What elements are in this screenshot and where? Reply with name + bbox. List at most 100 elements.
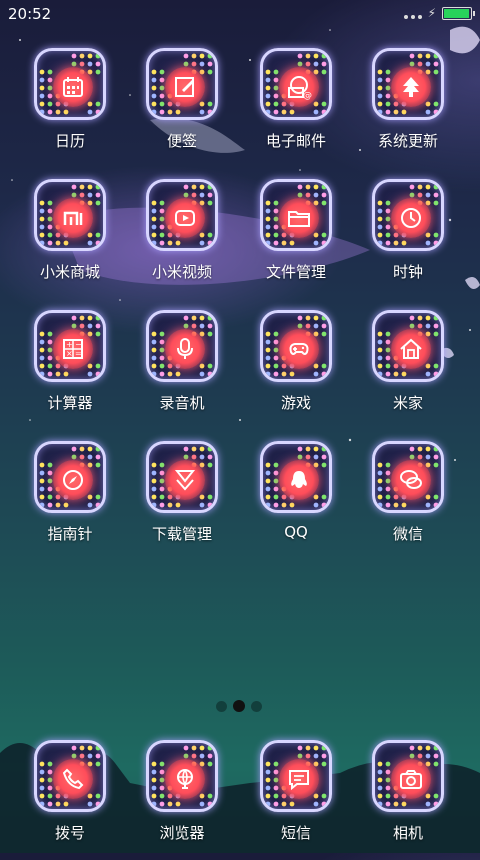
app-label: 录音机 — [159, 394, 205, 412]
app-label: 小米视频 — [151, 263, 212, 281]
phone-icon — [62, 768, 84, 790]
app-home[interactable]: 米家 — [352, 310, 464, 430]
app-label: 时钟 — [392, 263, 423, 281]
app-icon-tile[interactable] — [260, 740, 332, 812]
app-phone[interactable]: 拨号 — [14, 740, 126, 860]
glow-center — [391, 759, 431, 799]
app-icon-tile[interactable] — [372, 310, 444, 382]
compass-icon — [63, 470, 83, 490]
glow-center — [53, 460, 93, 500]
app-label: 便签 — [166, 132, 197, 150]
app-note-pencil[interactable]: 便签 — [126, 48, 238, 168]
glow-center — [279, 198, 319, 238]
app-label: 相机 — [392, 824, 423, 842]
app-compass[interactable]: 指南针 — [14, 441, 126, 561]
app-microphone[interactable]: 录音机 — [126, 310, 238, 430]
app-label: 系统更新 — [377, 132, 438, 150]
glow-center — [165, 198, 205, 238]
glow-center — [391, 198, 431, 238]
download-icon — [174, 470, 196, 491]
app-calendar[interactable]: 日历 — [14, 48, 126, 168]
page-dot[interactable] — [251, 700, 262, 712]
app-calculator[interactable]: + − × = 计算器 — [14, 310, 126, 430]
app-icon-tile[interactable] — [146, 179, 218, 251]
app-email-at[interactable]: @ 电子邮件 — [240, 48, 352, 168]
svg-text:−: − — [75, 340, 82, 349]
app-label: 文件管理 — [265, 263, 326, 281]
app-icon-tile[interactable] — [372, 740, 444, 812]
app-label: 米家 — [392, 394, 423, 412]
app-message[interactable]: 短信 — [240, 740, 352, 860]
app-qq-penguin[interactable]: QQ — [240, 441, 352, 561]
update-arrow-icon — [403, 77, 419, 97]
app-label: 指南针 — [47, 525, 93, 543]
gamepad-icon — [289, 343, 309, 355]
app-icon-tile[interactable]: + − × = — [34, 310, 106, 382]
app-icon-tile[interactable] — [34, 740, 106, 812]
glow-center — [391, 67, 431, 107]
qq-penguin-icon — [291, 471, 307, 488]
page-dot[interactable] — [233, 700, 245, 712]
calendar-icon — [63, 77, 83, 97]
app-label: 拨号 — [54, 824, 85, 842]
app-label: 短信 — [280, 824, 311, 842]
glow-center: @ — [279, 67, 319, 107]
app-browser-globe[interactable]: 浏览器 — [126, 740, 238, 860]
app-icon-tile[interactable] — [260, 179, 332, 251]
browser-globe-icon — [177, 769, 193, 789]
page-indicator[interactable] — [216, 700, 262, 712]
glow-center — [165, 460, 205, 500]
app-download[interactable]: 下载管理 — [126, 441, 238, 561]
app-icon-tile[interactable] — [34, 48, 106, 120]
app-icon-tile[interactable] — [146, 740, 218, 812]
battery-level — [444, 8, 469, 18]
message-icon — [289, 770, 309, 791]
signal-dots-icon — [403, 7, 422, 19]
glow-center — [165, 759, 205, 799]
battery-icon — [442, 6, 475, 20]
app-icon-tile[interactable]: @ — [260, 48, 332, 120]
app-label: 下载管理 — [151, 525, 212, 543]
app-clock[interactable]: 时钟 — [352, 179, 464, 299]
glow-center — [165, 67, 205, 107]
mi-store-icon — [63, 211, 83, 225]
home-icon — [400, 338, 422, 359]
page-dot[interactable] — [216, 700, 227, 712]
clock-time: 20:52 — [8, 5, 52, 23]
app-icon-tile[interactable] — [260, 310, 332, 382]
app-icon-tile[interactable] — [372, 441, 444, 513]
calculator-icon: + −× = — [63, 339, 83, 359]
glow-center — [279, 759, 319, 799]
wechat-icon — [400, 470, 422, 489]
microphone-icon — [177, 338, 193, 359]
glow-center: + − × = — [53, 329, 93, 369]
note-pencil-icon — [175, 77, 194, 97]
status-icons: ⚡ — [403, 6, 475, 20]
app-camera[interactable]: 相机 — [352, 740, 464, 860]
app-folder[interactable]: 文件管理 — [240, 179, 352, 299]
app-icon-tile[interactable] — [146, 48, 218, 120]
app-wechat[interactable]: 微信 — [352, 441, 464, 561]
app-icon-tile[interactable] — [146, 441, 218, 513]
glow-center — [279, 460, 319, 500]
svg-text:×: × — [66, 349, 73, 358]
app-icon-tile[interactable] — [146, 310, 218, 382]
app-icon-tile[interactable] — [34, 179, 106, 251]
glow-center — [391, 329, 431, 369]
app-label: 小米商城 — [39, 263, 100, 281]
video-play-icon — [175, 210, 195, 226]
camera-icon — [400, 770, 422, 789]
app-icon-tile[interactable] — [372, 48, 444, 120]
app-video-play[interactable]: 小米视频 — [126, 179, 238, 299]
app-icon-tile[interactable] — [34, 441, 106, 513]
svg-text:=: = — [75, 349, 82, 358]
app-icon-tile[interactable] — [372, 179, 444, 251]
app-update-arrow[interactable]: 系统更新 — [352, 48, 464, 168]
app-mi-store[interactable]: 小米商城 — [14, 179, 126, 299]
app-gamepad[interactable]: 游戏 — [240, 310, 352, 430]
svg-text:@: @ — [303, 91, 312, 100]
app-icon-tile[interactable] — [260, 441, 332, 513]
app-label: 电子邮件 — [265, 132, 326, 150]
status-bar: 20:52 ⚡ — [0, 0, 480, 28]
glow-center — [53, 759, 93, 799]
